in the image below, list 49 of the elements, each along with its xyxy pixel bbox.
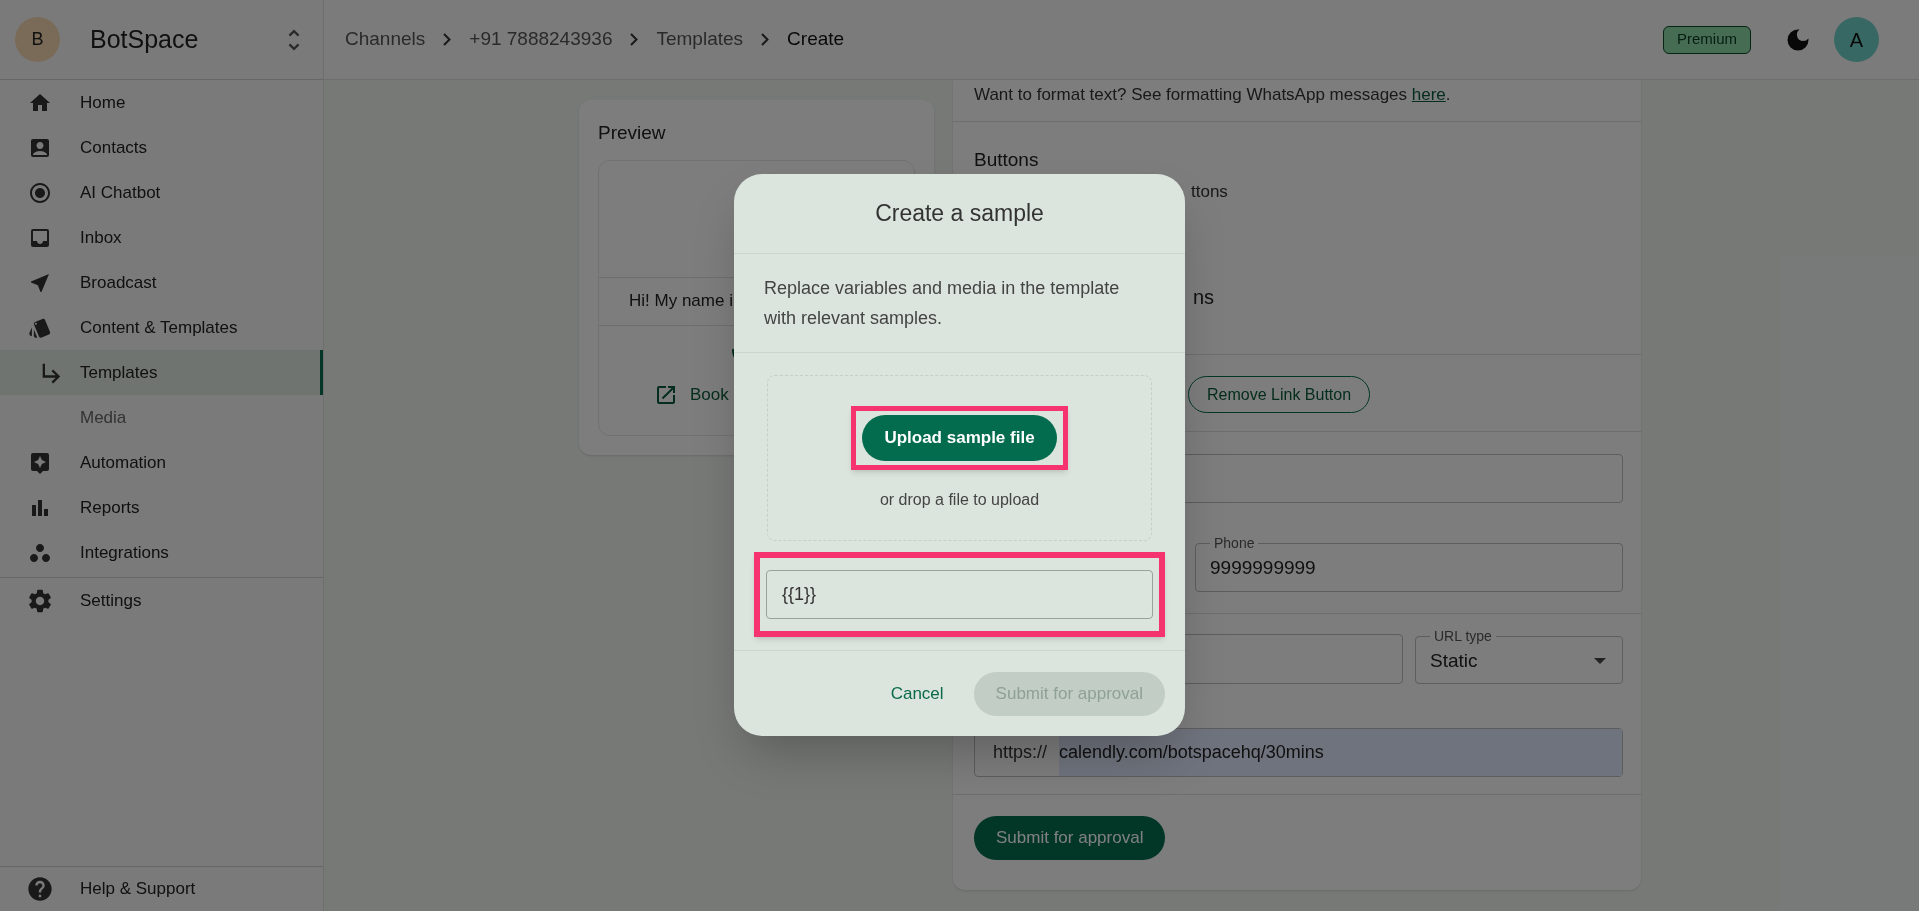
chevron-icon	[761, 33, 770, 46]
help-icon	[26, 875, 54, 903]
workspace-avatar: B	[15, 17, 60, 62]
drop-zone[interactable]: Upload sample file or drop a file to upload	[767, 375, 1152, 541]
chevron-icon	[443, 33, 452, 46]
sidebar-item[interactable]: Media	[0, 395, 323, 440]
url-prefix: https://	[993, 741, 1048, 764]
sidebar-item[interactable]: Automation	[0, 440, 323, 485]
preview-title: Preview	[598, 121, 667, 145]
buttons-description: ttons	[1191, 180, 1228, 203]
breadcrumb[interactable]: +91 7888243936	[469, 25, 613, 54]
sidebar-item[interactable]: Home	[0, 80, 323, 125]
sparkle-icon	[28, 450, 52, 475]
sidebar-item[interactable]: Reports	[0, 485, 323, 530]
sidebar-item[interactable]: Templates	[0, 350, 323, 395]
preview-link[interactable]: Book	[690, 381, 729, 408]
drop-hint: or drop a file to upload	[879, 490, 1040, 510]
sample-field[interactable]: {{1}}	[766, 570, 1153, 619]
message-text: Hi! My name i	[629, 290, 733, 313]
cancel-button[interactable]: Cancel	[890, 680, 944, 707]
dropdown-caret-icon	[1594, 658, 1606, 664]
buttons-heading: Buttons	[974, 148, 1039, 172]
url-field[interactable]: https:// calendly.com/botspacehq/30mins	[974, 728, 1623, 777]
target-icon	[28, 180, 52, 205]
sidebar-item[interactable]: Integrations	[0, 530, 323, 575]
sidebar-item[interactable]: Help & Support	[0, 875, 196, 903]
sidebar-item[interactable]: Contacts	[0, 125, 323, 170]
phone-value: 9999999999	[1210, 557, 1316, 578]
user-avatar[interactable]: A	[1834, 17, 1879, 62]
select-value: Static	[1430, 648, 1479, 673]
format-hint: Want to format text? See formatting WhatsApp messages here.	[974, 84, 1452, 106]
sidebar-item[interactable]: Inbox	[0, 215, 323, 260]
breadcrumb[interactable]: Channels	[345, 25, 426, 54]
url-value: calendly.com/botspacehq/30mins	[1059, 729, 1622, 776]
modal-title: Create a sample	[875, 199, 1044, 229]
sidebar-item[interactable]: Content & Templates	[0, 305, 323, 350]
sidebar-item[interactable]: Settings	[0, 578, 323, 623]
sidebar-item[interactable]: AI Chatbot	[0, 170, 323, 215]
plan-badge: Premium	[1663, 25, 1751, 54]
workspace-name: BotSpace	[90, 23, 200, 55]
button-option-label: ns	[1193, 285, 1215, 310]
submit-button[interactable]: Submit for approval	[974, 816, 1166, 860]
breadcrumb[interactable]: Templates	[656, 25, 744, 54]
here-link[interactable]: here	[1411, 85, 1446, 104]
upload-button[interactable]: Upload sample file	[862, 415, 1057, 461]
sidebar-item[interactable]: Broadcast	[0, 260, 323, 305]
breadcrumb: Create	[787, 27, 845, 52]
modal-description: Replace variables and media in the template with relevant samples.	[764, 277, 1121, 330]
chevron-icon	[630, 33, 639, 46]
